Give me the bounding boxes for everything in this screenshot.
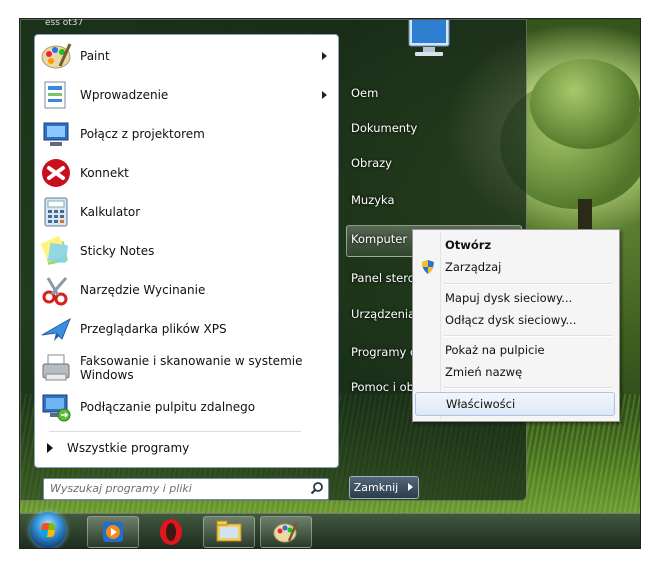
computer-icon <box>408 20 450 56</box>
program-label: Narzędzie Wycinanie <box>80 283 206 297</box>
program-label: Przeglądarka plików XPS <box>80 322 227 336</box>
right-item-help[interactable]: Pomoc i ob <box>351 380 414 394</box>
right-item-control-panel[interactable]: Panel stero <box>351 271 415 285</box>
sticky-notes-icon <box>40 235 72 267</box>
calculator-icon <box>40 196 72 228</box>
menu-item-open[interactable]: Otwórz <box>415 234 615 256</box>
right-item-pictures[interactable]: Obrazy <box>351 156 392 170</box>
getting-started-icon <box>40 79 72 111</box>
program-label: Wprowadzenie <box>80 88 169 102</box>
menu-item-manage[interactable]: Zarządzaj <box>415 256 615 278</box>
triangle-right-icon <box>47 443 53 453</box>
submenu-arrow-icon <box>322 52 327 60</box>
menu-separator <box>443 335 613 337</box>
taskbar-media-center[interactable] <box>87 516 139 548</box>
taskbar <box>20 512 640 548</box>
program-item-paint[interactable]: Paint <box>35 37 335 75</box>
desktop: ess ot37 Paint Wprowadzenie Połącz z pro… <box>19 18 641 549</box>
user-label: ess ot37 <box>45 18 84 28</box>
program-label: Kalkulator <box>80 205 141 219</box>
taskbar-paint[interactable] <box>260 516 312 548</box>
program-label: Podłączanie pulpitu zdalnego <box>80 400 256 414</box>
search-icon[interactable] <box>310 481 324 495</box>
projector-icon <box>40 118 72 150</box>
search-box[interactable]: Wyszukaj programy i pliki <box>43 478 329 500</box>
remote-desktop-icon <box>40 391 72 423</box>
paint-icon <box>40 40 72 72</box>
program-item-remote-desktop[interactable]: Podłączanie pulpitu zdalnego <box>35 388 335 426</box>
programs-pane: Paint Wprowadzenie Połącz z projektorem … <box>34 34 339 468</box>
program-label: Faksowanie i skanowanie w systemie Windo… <box>80 354 303 382</box>
program-item-xps-viewer[interactable]: Przeglądarka plików XPS <box>35 310 335 348</box>
right-item-music[interactable]: Muzyka <box>351 193 395 207</box>
menu-item-map-network-drive[interactable]: Mapuj dysk sieciowy... <box>415 287 615 309</box>
program-label: Konnekt <box>80 166 129 180</box>
explorer-icon <box>216 520 242 542</box>
program-item-fax-scan[interactable]: Faksowanie i skanowanie w systemie Windo… <box>35 349 335 387</box>
program-item-projector[interactable]: Połącz z projektorem <box>35 115 335 153</box>
paint-icon <box>273 521 299 543</box>
menu-separator <box>443 283 613 285</box>
program-label: Paint <box>80 49 110 63</box>
konnekt-icon <box>40 157 72 189</box>
search-placeholder: Wyszukaj programy i pliki <box>50 482 192 495</box>
uac-shield-icon <box>422 260 434 274</box>
all-programs-label: Wszystkie programy <box>67 441 190 455</box>
menu-item-properties[interactable]: Właściwości <box>415 392 615 416</box>
program-label: Sticky Notes <box>80 244 155 258</box>
taskbar-explorer[interactable] <box>203 516 255 548</box>
opera-icon <box>160 519 182 545</box>
start-orb-button[interactable] <box>30 512 66 548</box>
program-item-calculator[interactable]: Kalkulator <box>35 193 335 231</box>
windows-logo-icon <box>40 523 56 537</box>
snipping-tool-icon <box>40 274 72 306</box>
right-item-oem[interactable]: Oem <box>351 86 378 100</box>
arrow-right-icon <box>408 483 413 491</box>
menu-item-show-on-desktop[interactable]: Pokaż na pulpicie <box>415 339 615 361</box>
menu-item-disconnect-network-drive[interactable]: Odłącz dysk sieciowy... <box>415 309 615 331</box>
shutdown-button[interactable]: Zamknij <box>349 476 403 499</box>
right-item-default-programs[interactable]: Programy d <box>351 345 417 359</box>
right-item-devices[interactable]: Urządzenia <box>351 307 415 321</box>
menu-separator <box>443 387 613 389</box>
taskbar-opera[interactable] <box>145 516 197 548</box>
fax-scan-icon <box>40 352 72 384</box>
all-programs-button[interactable]: Wszystkie programy <box>35 435 335 461</box>
program-label: Połącz z projektorem <box>80 127 205 141</box>
divider <box>49 431 301 432</box>
program-item-sticky-notes[interactable]: Sticky Notes <box>35 232 335 270</box>
menu-item-rename[interactable]: Zmień nazwę <box>415 361 615 383</box>
xps-viewer-icon <box>40 313 72 345</box>
program-item-snipping-tool[interactable]: Narzędzie Wycinanie <box>35 271 335 309</box>
program-item-getting-started[interactable]: Wprowadzenie <box>35 76 335 114</box>
right-item-computer[interactable]: Komputer <box>351 232 407 246</box>
program-item-konnekt[interactable]: Konnekt <box>35 154 335 192</box>
media-center-icon <box>103 522 123 542</box>
right-item-documents[interactable]: Dokumenty <box>351 121 417 135</box>
shutdown-options-button[interactable] <box>402 476 419 499</box>
context-menu: Otwórz Zarządzaj Mapuj dysk sieciowy... … <box>412 229 620 422</box>
submenu-arrow-icon <box>322 91 327 99</box>
